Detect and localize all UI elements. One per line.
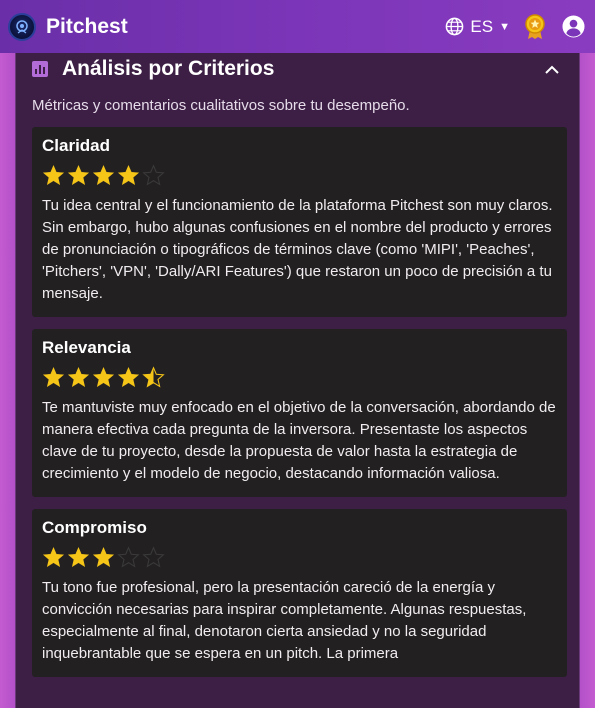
star-filled-icon — [117, 164, 140, 185]
criteria-panel: Análisis por Criterios Métricas y coment… — [15, 53, 580, 708]
criterion-feedback: Tu idea central y el funcionamiento de l… — [42, 197, 553, 302]
criterion-name: Compromiso — [42, 518, 147, 537]
criterion-name: Relevancia — [42, 338, 131, 357]
star-empty-icon — [142, 545, 165, 568]
star-half-icon — [142, 365, 165, 388]
star-filled-icon — [42, 546, 65, 567]
star-filled-icon — [92, 366, 115, 387]
star-rating — [42, 163, 557, 186]
star-filled-icon — [42, 366, 65, 387]
star-rating — [42, 545, 557, 568]
star-filled-icon — [67, 164, 90, 185]
star-filled-icon — [92, 546, 115, 567]
star-rating — [42, 365, 557, 388]
chevron-up-icon[interactable] — [545, 61, 559, 77]
top-bar: Pitchest ES ▼ — [0, 0, 595, 53]
star-filled-icon — [67, 546, 90, 567]
logo-icon[interactable] — [8, 12, 36, 41]
star-empty-icon — [142, 163, 165, 186]
bar-chart-icon — [32, 61, 48, 77]
chevron-down-icon: ▼ — [499, 20, 510, 33]
user-icon[interactable] — [562, 15, 585, 38]
criterion-card: Compromiso Tu tono fue profesional, pero … — [32, 509, 567, 677]
star-filled-icon — [67, 366, 90, 387]
star-filled-icon — [92, 164, 115, 185]
criterion-feedback: Te mantuviste muy enfocado en el objetiv… — [42, 399, 556, 482]
award-icon[interactable] — [524, 13, 546, 40]
globe-icon — [445, 17, 464, 36]
section-subtitle: Métricas y comentarios cualitativos sobr… — [32, 97, 410, 114]
criterion-card: Claridad Tu idea central y el funcionamie… — [32, 127, 567, 317]
section-title: Análisis por Criterios — [62, 57, 275, 80]
star-filled-icon — [117, 366, 140, 387]
brand-name[interactable]: Pitchest — [46, 15, 128, 39]
panel-header[interactable]: Análisis por Criterios — [32, 53, 565, 85]
star-filled-icon — [42, 164, 65, 185]
star-empty-icon — [117, 545, 140, 568]
language-label: ES — [470, 16, 494, 36]
language-selector[interactable]: ES ▼ — [445, 17, 510, 37]
criterion-name: Claridad — [42, 136, 111, 155]
criterion-feedback: Tu tono fue profesional, pero la present… — [42, 579, 527, 662]
criterion-card: Relevancia Te mantuviste muy enfocado en … — [32, 329, 567, 497]
